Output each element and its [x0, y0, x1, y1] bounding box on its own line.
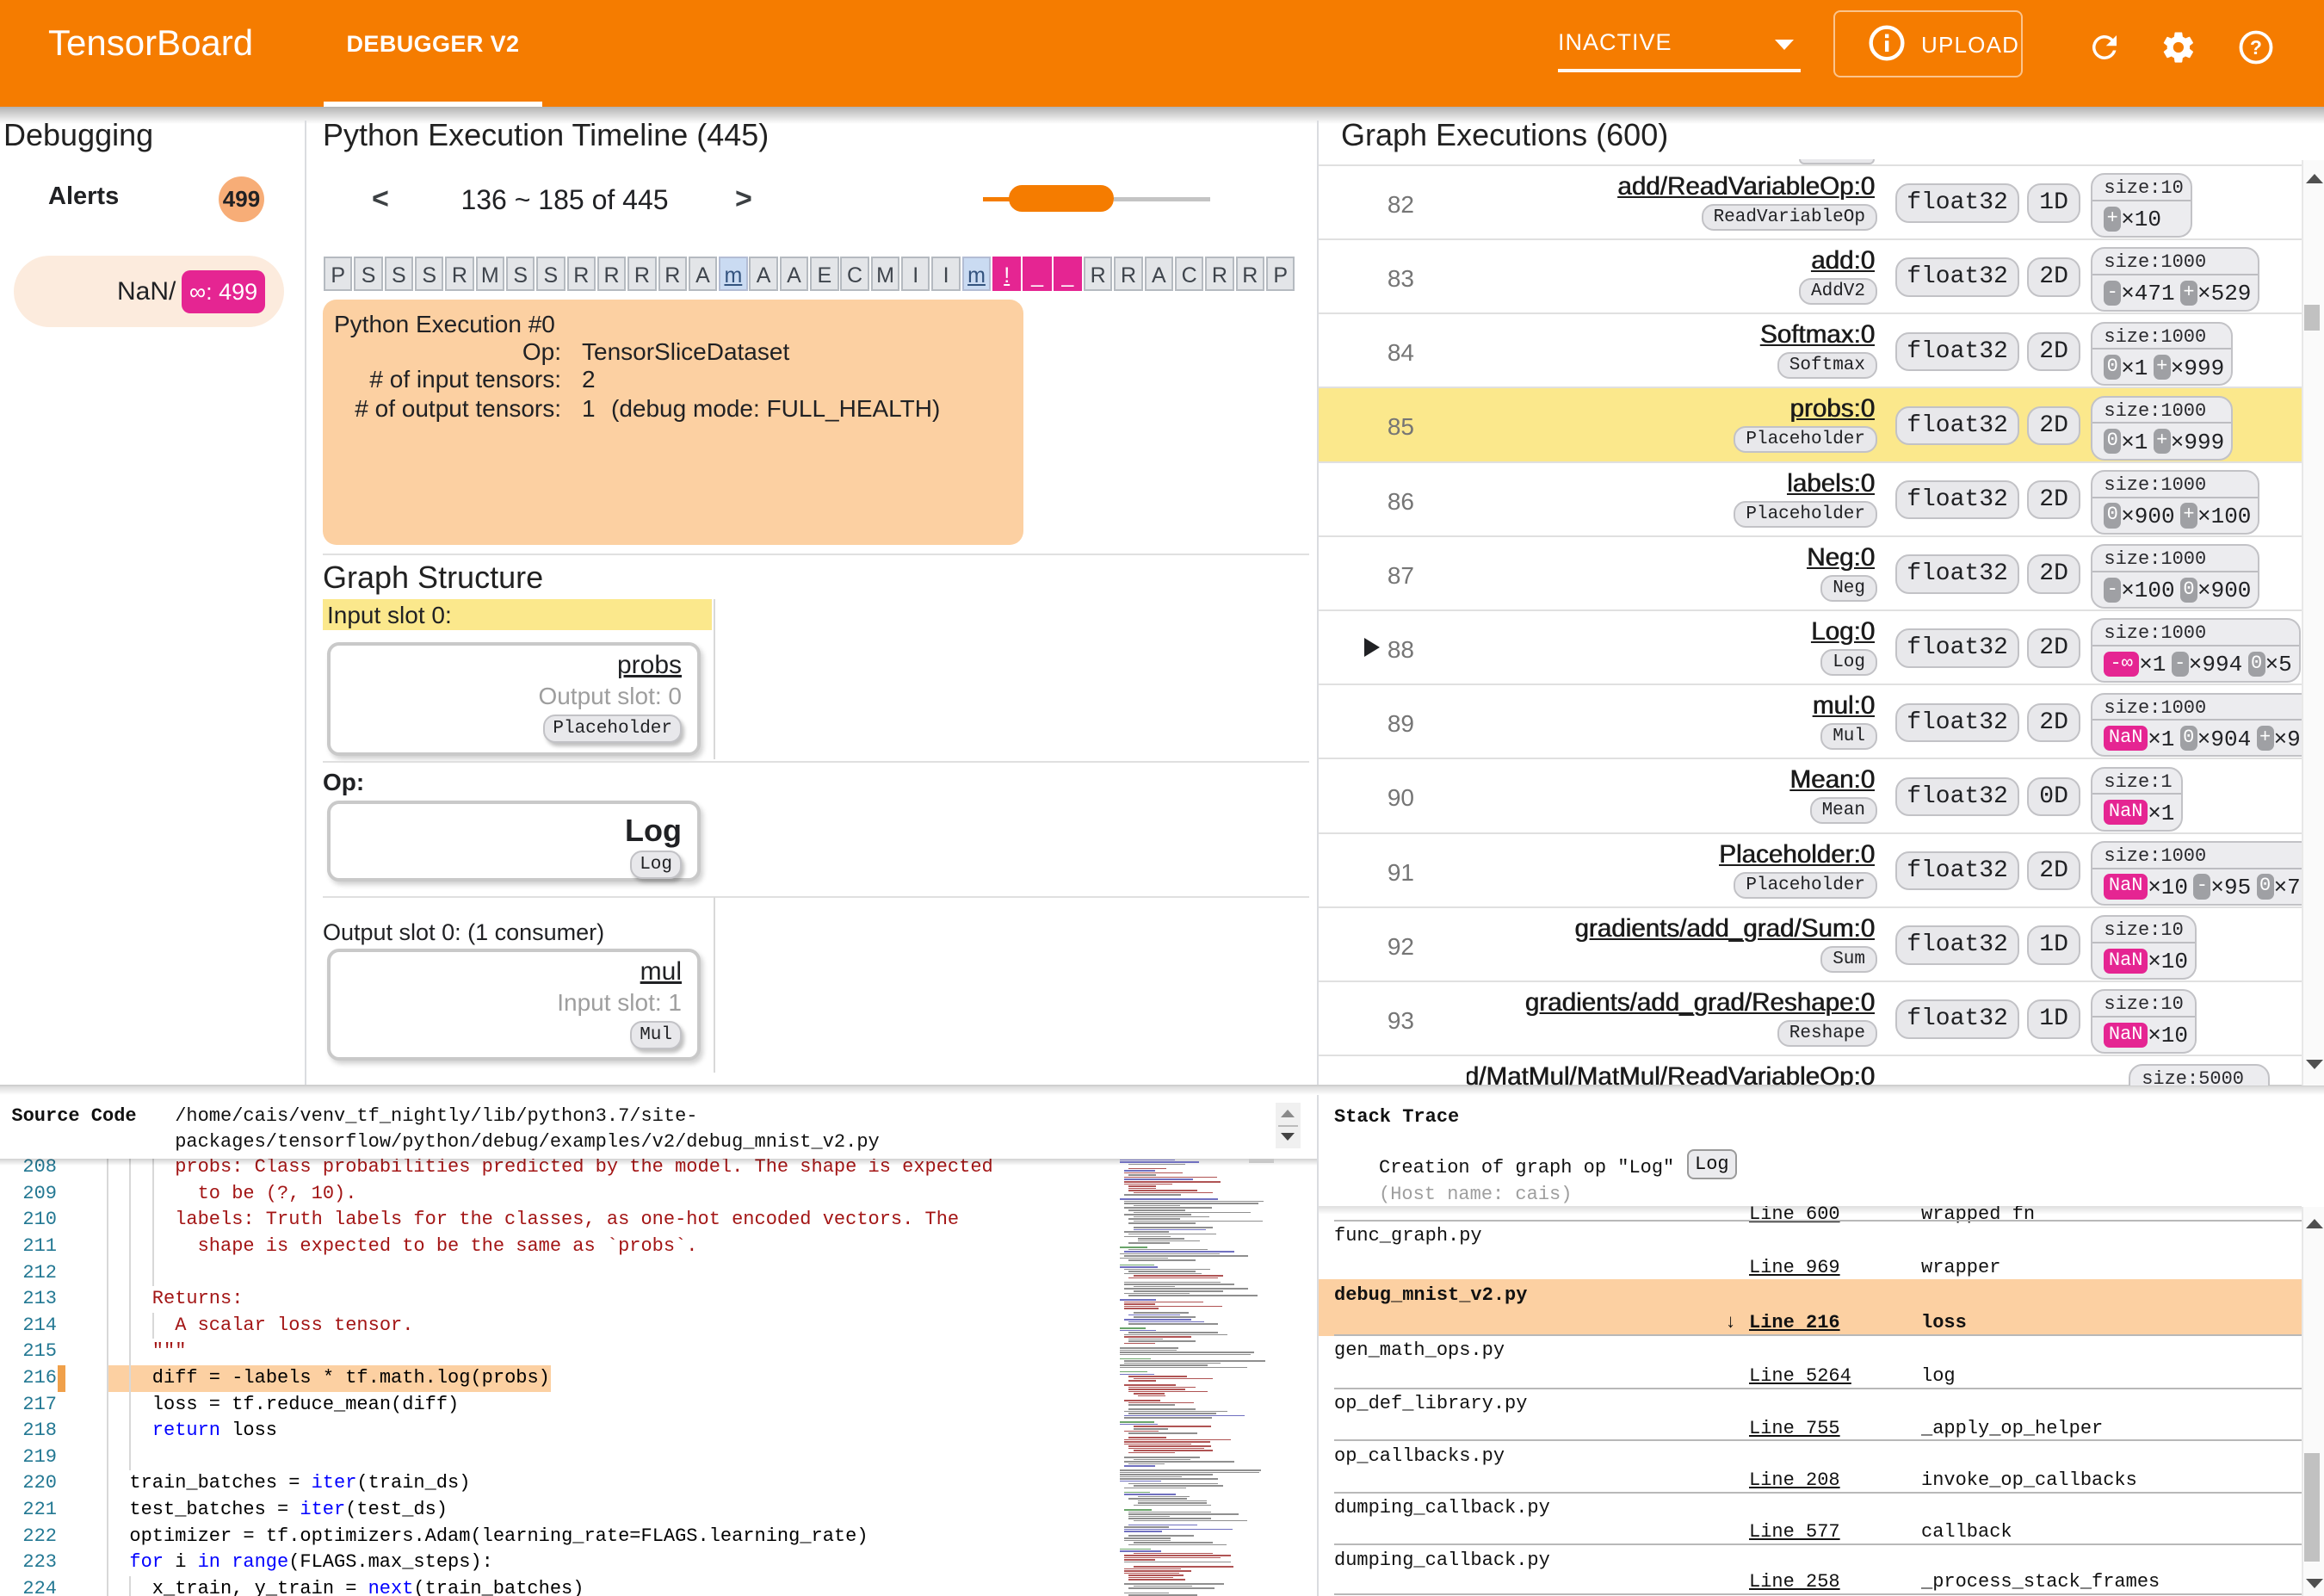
svg-text:?: ?	[2250, 36, 2262, 59]
